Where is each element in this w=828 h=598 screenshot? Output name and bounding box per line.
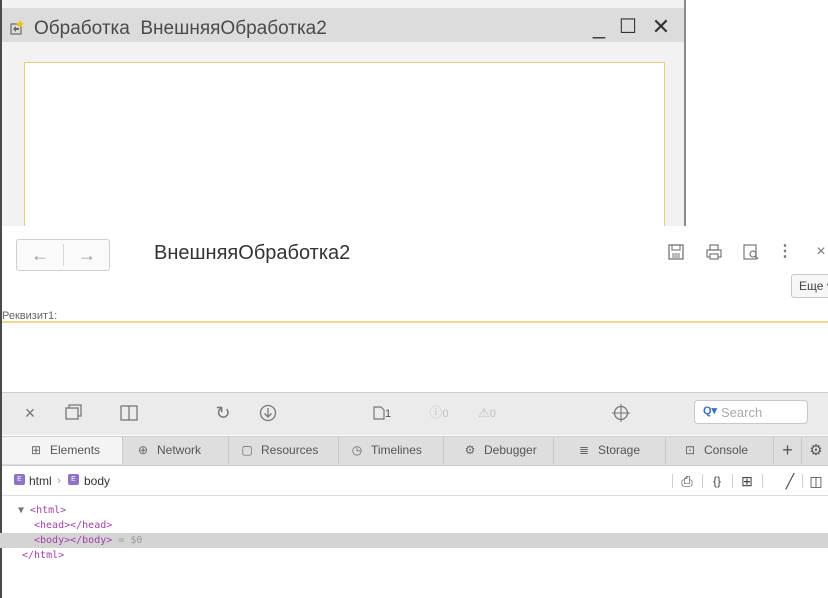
download-icon[interactable]: [257, 402, 279, 424]
save-icon[interactable]: [667, 243, 685, 261]
processing-window: Обработка ВнешняяОбработка2 _ ☐ ✕: [2, 0, 686, 226]
breadcrumb-html[interactable]: html: [29, 474, 52, 488]
tab-network[interactable]: ⊕ Network: [123, 437, 229, 464]
edit-pencil-icon[interactable]: ╱: [782, 470, 798, 492]
tab-timelines[interactable]: ◷ Timelines: [339, 437, 444, 464]
print-styles-icon[interactable]: ⎙: [676, 470, 698, 492]
format-code-icon[interactable]: {}: [706, 470, 728, 492]
dom-node-html-close[interactable]: </html>: [0, 548, 828, 563]
breadcrumb-body[interactable]: body: [84, 474, 110, 488]
processing-window-title: Обработка ВнешняяОбработка2: [34, 18, 327, 39]
back-button[interactable]: ←: [17, 240, 63, 270]
inspect-target-icon[interactable]: [610, 402, 632, 424]
rekvizit1-input[interactable]: [2, 321, 828, 395]
warning-count[interactable]: ⚠0: [470, 402, 504, 424]
close-button[interactable]: ✕: [650, 16, 672, 38]
print-icon[interactable]: [705, 243, 723, 261]
toolbar-divider: [672, 474, 673, 488]
minimize-button[interactable]: _: [588, 16, 610, 38]
kebab-menu-icon[interactable]: ⋮: [776, 243, 794, 261]
undock-icon[interactable]: [62, 402, 84, 424]
dom-breadcrumb-bar: [2, 467, 828, 496]
tab-console[interactable]: ⊡ Console: [666, 437, 774, 464]
search-placeholder: Search: [721, 405, 763, 420]
devtools-close-icon[interactable]: ×: [20, 402, 40, 424]
document-icon: [373, 406, 385, 420]
tab-storage[interactable]: ≣ Storage: [554, 437, 666, 464]
layout-grid-icon[interactable]: ⊞: [736, 470, 758, 492]
tab-debugger[interactable]: ⚙ Debugger: [444, 437, 554, 464]
navigation-group: ← →: [16, 239, 110, 271]
toolbar-divider: [762, 474, 763, 488]
preview-icon[interactable]: [742, 243, 760, 261]
elements-icon: ⊞: [30, 443, 42, 457]
resource-count[interactable]: 1: [362, 402, 402, 424]
tab-elements[interactable]: ⊞ Elements: [2, 437, 123, 464]
disclosure-triangle-icon[interactable]: ▼: [18, 505, 30, 516]
processing-icon: [10, 20, 24, 35]
error-count[interactable]: ⓘ0: [422, 402, 456, 424]
forward-button[interactable]: →: [64, 240, 110, 270]
dock-side-icon[interactable]: [118, 402, 140, 424]
storage-icon: ≣: [578, 443, 590, 457]
tab-resources[interactable]: ▢ Resources: [229, 437, 339, 464]
toolbar-divider: [702, 474, 703, 488]
close-icon[interactable]: ×: [812, 243, 828, 261]
resources-icon: ▢: [241, 443, 253, 457]
form-title: ВнешняяОбработка2: [154, 242, 351, 264]
devtools-settings-icon[interactable]: ⚙: [802, 437, 828, 464]
error-icon: ⓘ: [429, 405, 443, 420]
sidebar-toggle-icon[interactable]: ◫: [808, 470, 824, 492]
breadcrumb-separator: ›: [57, 473, 61, 487]
devtools-search-input[interactable]: Q▾ Search: [694, 400, 808, 424]
network-icon: ⊕: [137, 443, 149, 457]
toolbar-divider: [732, 474, 733, 488]
warning-icon: ⚠: [478, 405, 490, 420]
processing-window-body: [24, 62, 665, 226]
toolbar-divider: [802, 474, 803, 488]
element-badge-icon: E: [68, 474, 79, 485]
maximize-button[interactable]: ☐: [617, 16, 639, 38]
dom-node-body[interactable]: <body></body> = $0: [0, 533, 828, 548]
debugger-icon: ⚙: [464, 443, 476, 457]
dom-node-html[interactable]: ▼ <html>: [0, 503, 828, 518]
search-icon: Q▾: [703, 405, 718, 417]
timelines-icon: ◷: [351, 443, 363, 457]
element-badge-icon: E: [14, 474, 25, 485]
more-button[interactable]: Еще ▾: [791, 274, 828, 298]
add-tab-button[interactable]: +: [774, 437, 802, 464]
dom-node-head[interactable]: <head></head>: [0, 518, 828, 533]
console-icon: ⊡: [684, 443, 696, 457]
reload-icon[interactable]: ↻: [212, 402, 234, 424]
